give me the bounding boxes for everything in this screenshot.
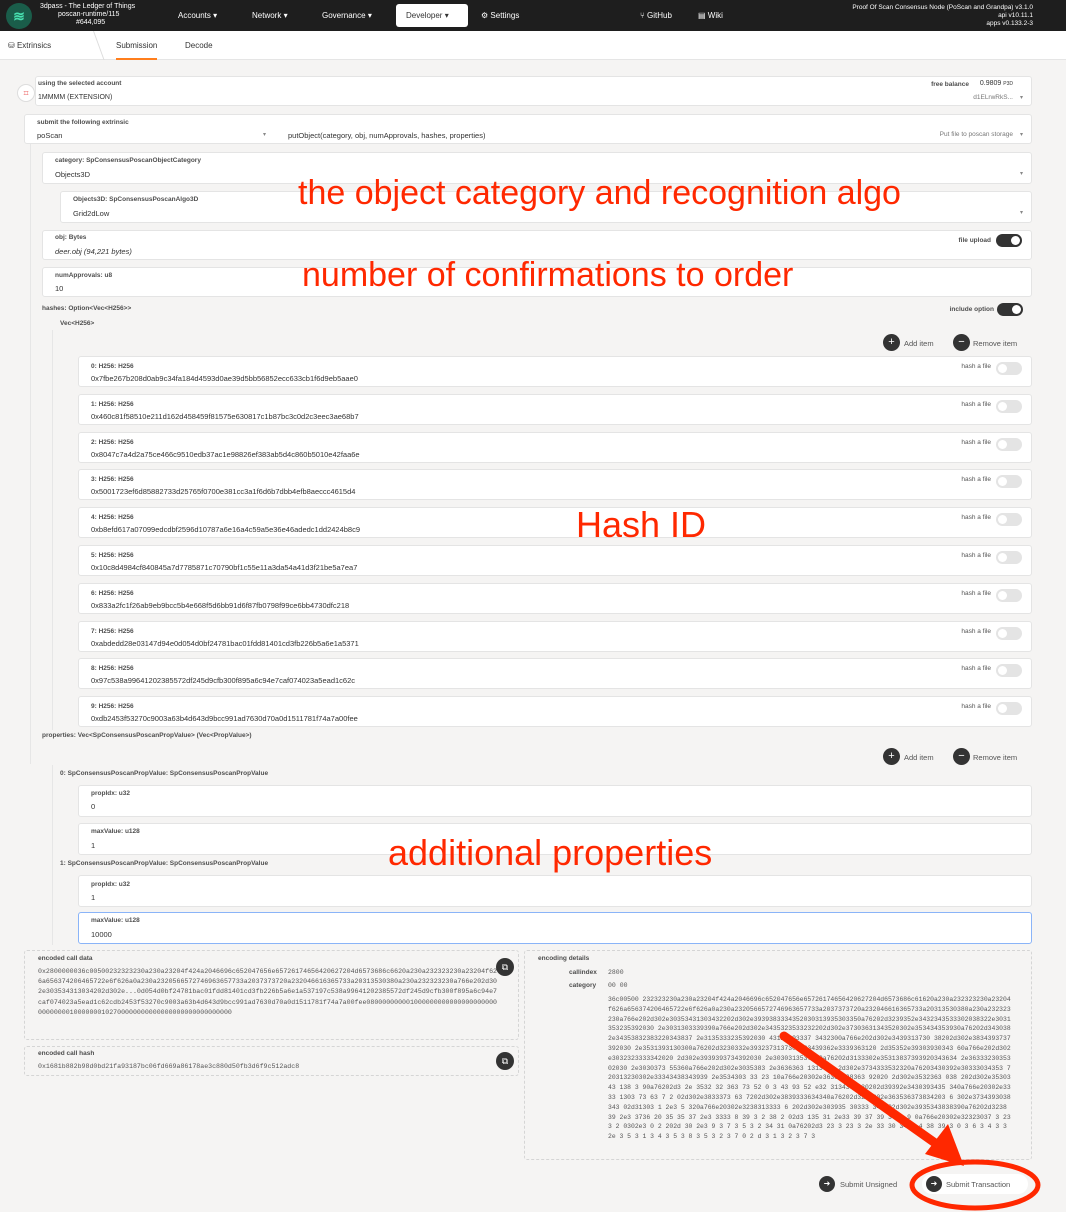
annotation-highlight-circle: [909, 1159, 1041, 1211]
annotation-overlay: [779, 1031, 1041, 1211]
annotation-arrow-shaft: [779, 1031, 950, 1155]
